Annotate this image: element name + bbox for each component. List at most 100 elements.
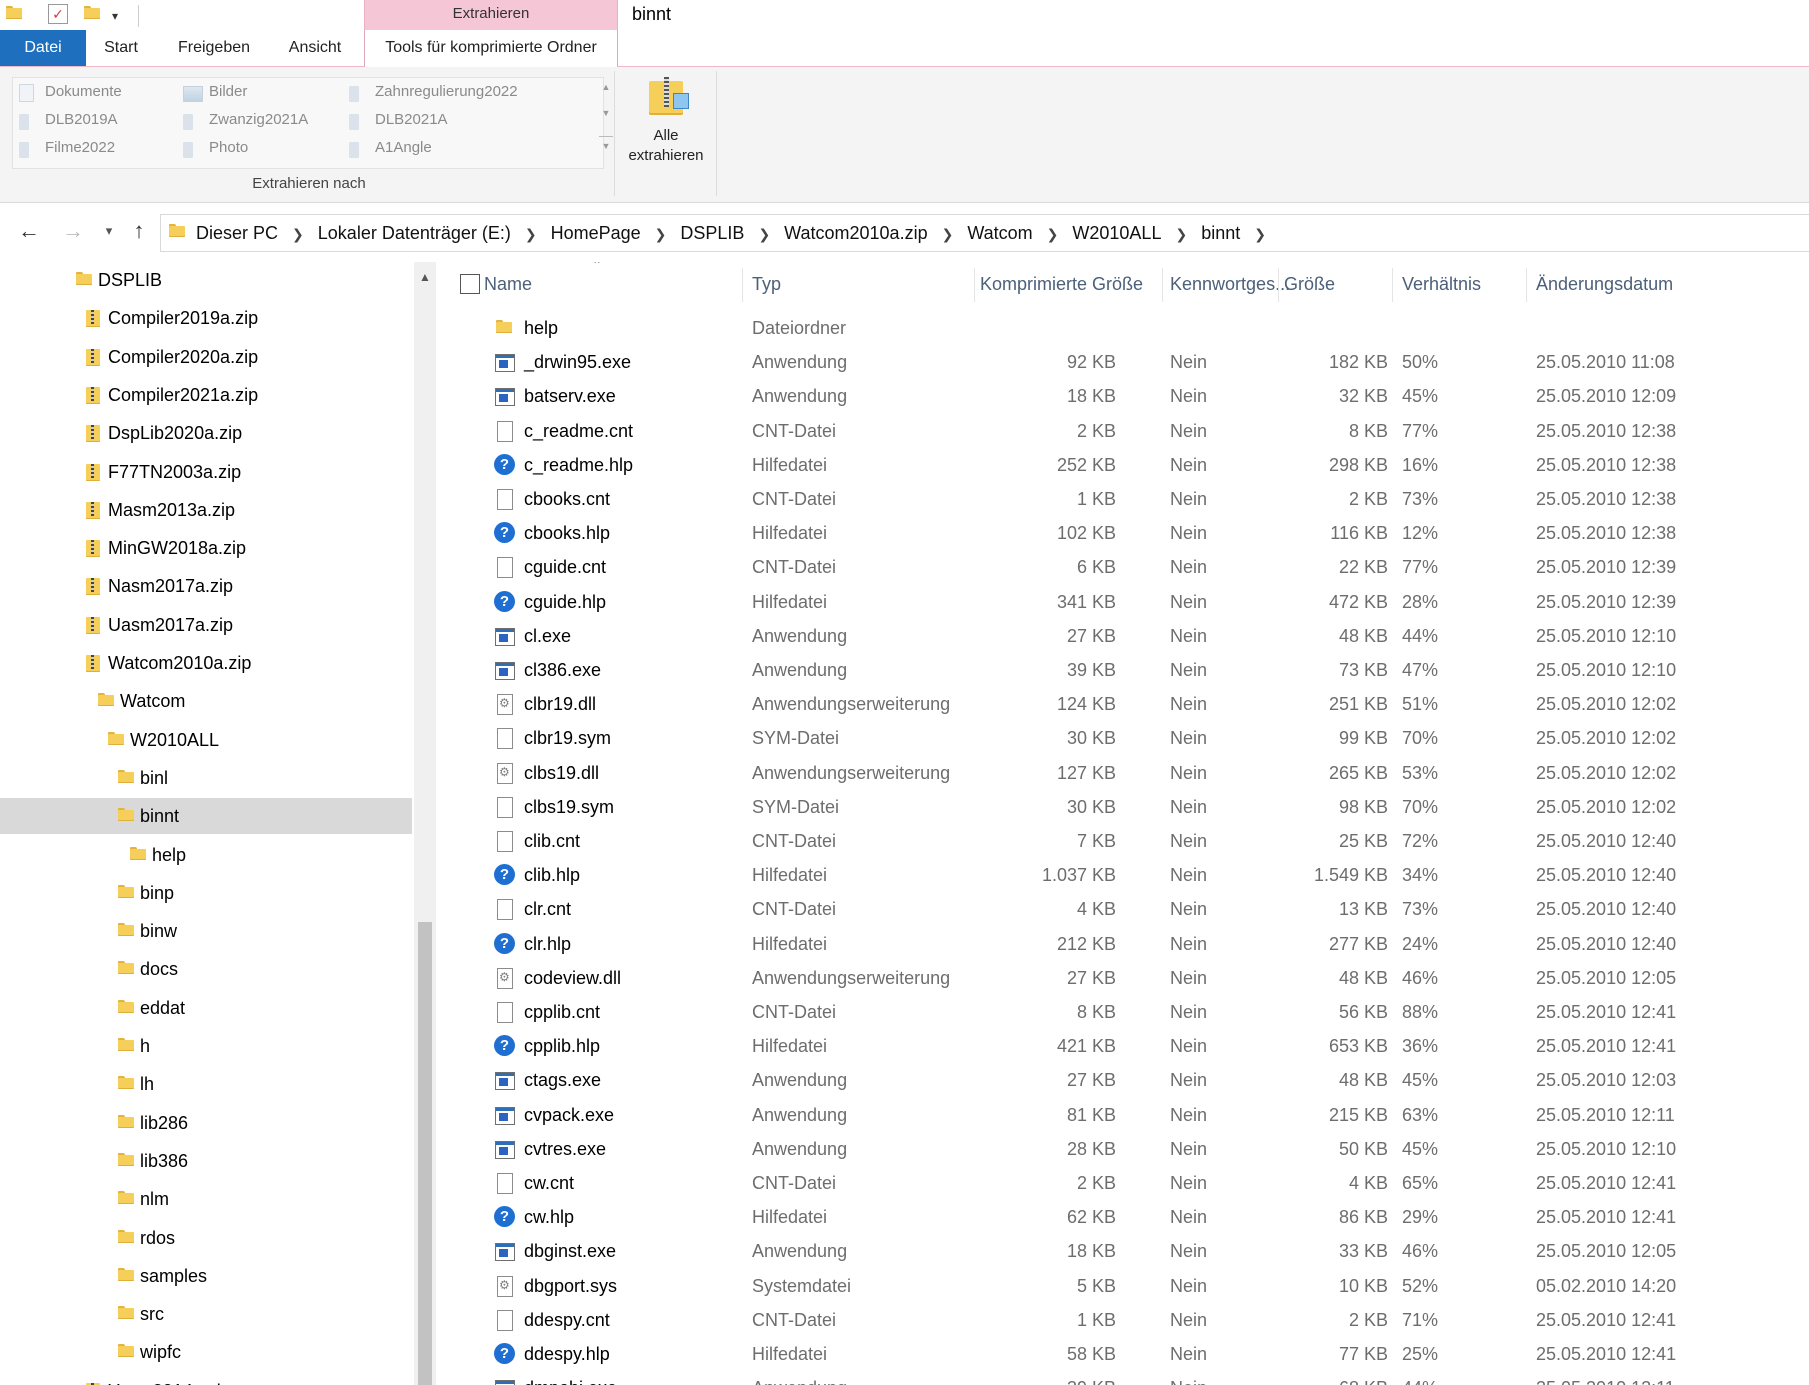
file-row[interactable]: cpplib.cnt CNT-Datei 8 KB Nein 56 KB 88% 25.05… [446, 996, 1809, 1028]
tree-item[interactable]: src [0, 1296, 412, 1332]
tree-item[interactable]: Watcom2010a.zip [0, 645, 412, 681]
column-divider[interactable] [1278, 268, 1279, 302]
customize-quick-access-icon[interactable]: ▾ [112, 6, 132, 26]
column-divider[interactable] [1162, 268, 1163, 302]
file-row[interactable]: ? cw.hlp Hilfedatei 62 KB Nein 86 KB 29% 25.05.… [446, 1201, 1809, 1233]
address-bar[interactable]: Dieser PC ❯ Lokaler Datenträger (E:) ❯ HomeP… [160, 214, 1809, 252]
tree-item[interactable]: lib386 [0, 1143, 412, 1179]
tree-item[interactable]: binl [0, 760, 412, 796]
tree-item[interactable]: eddat [0, 990, 412, 1026]
extract-all-button[interactable]: Alle extrahieren [618, 73, 714, 183]
tree-item[interactable]: lib286 [0, 1105, 412, 1141]
file-row[interactable]: cvtres.exe Anwendung 28 KB Nein 50 KB 45% 25.0… [446, 1133, 1809, 1165]
file-row[interactable]: clib.cnt CNT-Datei 7 KB Nein 25 KB 72% 25.05.2… [446, 825, 1809, 857]
tree-item[interactable]: nlm [0, 1181, 412, 1217]
file-row[interactable]: help Dateiordner [446, 312, 1809, 344]
tree-item[interactable]: Compiler2019a.zip [0, 300, 412, 336]
breadcrumb-item[interactable]: Dieser PC [196, 223, 278, 243]
back-arrow-icon[interactable]: ← [16, 218, 42, 244]
file-row[interactable]: clr.cnt CNT-Datei 4 KB Nein 13 KB 73% 25.05.20… [446, 893, 1809, 925]
destination-item[interactable]: Bilder [177, 78, 369, 106]
file-row[interactable]: dbginst.exe Anwendung 18 KB Nein 33 KB 46% 25.… [446, 1235, 1809, 1267]
file-row[interactable]: ? cpplib.hlp Hilfedatei 421 KB Nein 653 KB 36%… [446, 1030, 1809, 1062]
chevron-right-icon[interactable]: ❯ [292, 226, 304, 242]
tree-item[interactable]: binnt [0, 798, 412, 835]
breadcrumb-item[interactable]: Watcom2010a.zip [784, 223, 927, 243]
gallery-expand-icon[interactable]: ▼ [599, 136, 613, 155]
file-row[interactable]: codeview.dllAnwendungserweiterung27 KBNe… [446, 962, 1809, 994]
tree-item[interactable]: Yasm2014a.zip [0, 1373, 412, 1385]
file-row[interactable]: dmpobj.exe Anwendung 39 KB Nein68 KB 44% 25.0… [446, 1372, 1809, 1385]
tree-item[interactable]: DSPLIB [0, 262, 412, 298]
up-arrow-icon[interactable]: ↑ [126, 218, 152, 244]
breadcrumb-item[interactable]: DSPLIB [680, 223, 744, 243]
breadcrumb-item[interactable]: HomePage [551, 223, 641, 243]
tab-compressed-folder-tools[interactable]: Tools für komprimierte Ordner [364, 30, 618, 67]
forward-arrow-icon[interactable]: → [60, 218, 86, 244]
chevron-right-icon[interactable]: ❯ [1254, 226, 1266, 242]
column-header-size[interactable]: Größe [1284, 262, 1335, 306]
column-divider[interactable] [1392, 268, 1393, 302]
file-row[interactable]: clbs19.sym SYM-Datei 30 KB Nein 98 KB 70% 25.0… [446, 791, 1809, 823]
chevron-right-icon[interactable]: ❯ [758, 226, 770, 242]
file-row[interactable]: cguide.cnt CNT-Datei 6 KB Nein 22 KB 77% 25.05… [446, 551, 1809, 583]
file-row[interactable]: cw.cnt CNT-Datei 2 KB Nein 4 KB 65% 25.05.2010… [446, 1167, 1809, 1199]
file-row[interactable]: ddespy.cnt CNT-Datei 1 KB Nein 2 KB 71% 25.05.… [446, 1304, 1809, 1336]
tree-item[interactable]: lh [0, 1066, 412, 1102]
file-row[interactable]: batserv.exe Anwendung 18 KB Nein 32 KB 45% 25.… [446, 380, 1809, 412]
column-header-compressed-size[interactable]: Komprimierte Größe [980, 262, 1143, 306]
tree-item[interactable]: docs [0, 951, 412, 987]
select-all-checkbox[interactable] [460, 274, 480, 294]
tab-ansicht[interactable]: Ansicht [272, 30, 358, 66]
properties-check-icon[interactable]: ✓ [48, 4, 68, 24]
breadcrumb-item[interactable]: Watcom [967, 223, 1032, 243]
column-header-password[interactable]: Kennwortges... [1170, 262, 1290, 306]
tree-item[interactable]: h [0, 1028, 412, 1064]
scroll-up-icon[interactable]: ▲ [599, 78, 613, 96]
file-row[interactable]: cl386.exe Anwendung 39 KB Nein 73 KB 47% 25.05… [446, 654, 1809, 686]
chevron-right-icon[interactable]: ❯ [1175, 226, 1187, 242]
tree-item[interactable]: Uasm2017a.zip [0, 607, 412, 643]
scroll-down-icon[interactable]: ▼ [599, 104, 613, 122]
scrollbar-thumb[interactable] [418, 922, 432, 1385]
tree-item[interactable]: Compiler2021a.zip [0, 377, 412, 413]
breadcrumb-item[interactable]: binnt [1201, 223, 1240, 243]
tree-item[interactable]: Watcom [0, 683, 412, 719]
column-header-name[interactable]: Name [484, 262, 684, 306]
chevron-right-icon[interactable]: ❯ [942, 226, 954, 242]
destination-item[interactable]: A1Angle [343, 134, 615, 162]
column-divider[interactable] [974, 268, 975, 302]
tree-item[interactable]: binw [0, 913, 412, 949]
tree-item[interactable]: Masm2013a.zip [0, 492, 412, 528]
destination-item[interactable]: DLB2021A [343, 106, 615, 134]
column-header-ratio[interactable]: Verhältnis [1402, 262, 1481, 306]
tab-datei[interactable]: Datei [0, 30, 86, 66]
tree-item[interactable]: binp [0, 875, 412, 911]
recent-locations-chevron-icon[interactable]: ▾ [96, 218, 122, 244]
file-row[interactable]: ? cbooks.hlp Hilfedatei 102 KB Nein 116 KB 12%… [446, 517, 1809, 549]
file-row[interactable]: clbr19.dllAnwendungserweiterung124 KBNei… [446, 688, 1809, 720]
file-row[interactable]: ? ddespy.hlp Hilfedatei 58 KB Nein 77 KB 25% 25… [446, 1338, 1809, 1370]
file-row[interactable]: cbooks.cnt CNT-Datei 1 KB Nein 2 KB 73% 25.05.… [446, 483, 1809, 515]
tab-freigeben[interactable]: Freigeben [156, 30, 272, 66]
column-header-date[interactable]: Änderungsdatum [1536, 262, 1673, 306]
file-row[interactable]: ctags.exe Anwendung 27 KB Nein 48 KB 45% 25.05… [446, 1064, 1809, 1096]
tree-scrollbar[interactable]: ▲ [414, 262, 436, 1385]
column-divider[interactable] [742, 268, 743, 302]
tree-item[interactable]: DspLib2020a.zip [0, 415, 412, 451]
file-row[interactable]: ? clr.hlp Hilfedatei 212 KB Nein 277 KB 24% 25.… [446, 928, 1809, 960]
file-row[interactable]: ? cguide.hlp Hilfedatei 341 KB Nein 472 KB 28%… [446, 586, 1809, 618]
chevron-right-icon[interactable]: ❯ [525, 226, 537, 242]
file-row[interactable]: _drwin95.exe Anwendung 92 KB Nein 182 KB 50% 2… [446, 346, 1809, 378]
file-row[interactable]: c_readme.cnt CNT-Datei 2 KB Nein 8 KB 77% 25.0… [446, 415, 1809, 447]
tree-item[interactable]: MinGW2018a.zip [0, 530, 412, 566]
gallery-scrollbar[interactable]: ▲ ▼ ▼ [597, 78, 615, 168]
tree-item[interactable]: Compiler2020a.zip [0, 339, 412, 375]
tab-start[interactable]: Start [86, 30, 156, 66]
file-row[interactable]: ? c_readme.hlp Hilfedatei 252 KB Nein 298 KB 1… [446, 449, 1809, 481]
file-row[interactable]: cvpack.exe Anwendung 81 KB Nein 215 KB 63% 25.… [446, 1099, 1809, 1131]
scroll-up-icon[interactable]: ▲ [414, 262, 436, 290]
tree-item[interactable]: help [0, 837, 412, 873]
column-divider[interactable] [1526, 268, 1527, 302]
breadcrumb-item[interactable]: Lokaler Datenträger (E:) [318, 223, 511, 243]
